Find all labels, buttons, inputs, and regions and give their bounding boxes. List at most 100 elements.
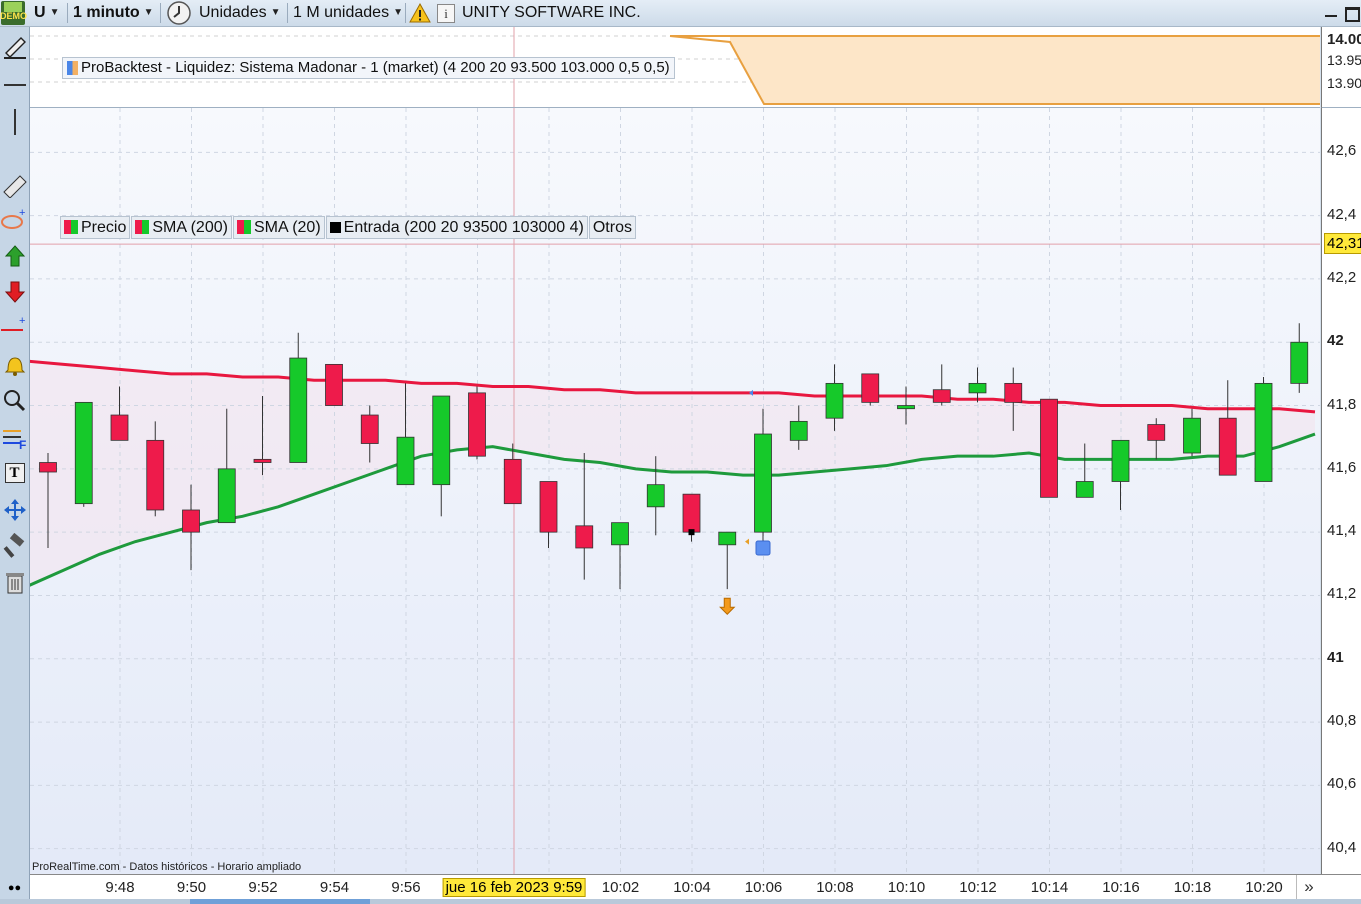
units-selector[interactable]: Unidades ▼ [199, 0, 281, 26]
time-axis-label: 10:14 [1030, 879, 1069, 896]
legend-swatch-entry [329, 222, 341, 233]
svg-text:F: F [19, 438, 26, 451]
vertical-line-icon[interactable] [0, 107, 29, 137]
zoom-icon[interactable] [0, 388, 29, 414]
candle [74, 401, 93, 505]
pencil-icon[interactable] [0, 33, 29, 59]
minimize-icon[interactable] [1322, 0, 1340, 26]
candle [110, 414, 129, 441]
time-axis[interactable]: » 9:48 9:50 9:52 9:54 9:56 10:02 10:04 10:06 10:… [30, 874, 1361, 901]
price-axis-label: 40,6 [1327, 775, 1357, 793]
candle [789, 420, 808, 441]
time-axis-label: 10:20 [1245, 879, 1283, 896]
horizontal-line-icon[interactable]: + [0, 315, 29, 341]
alert-bell-icon[interactable] [0, 352, 29, 378]
current-price-label: 42,31 [1324, 233, 1361, 255]
backtest-area [730, 36, 1320, 104]
time-axis-label: 9:50 [176, 879, 207, 896]
candle [1111, 439, 1130, 482]
price-axis-label: 42,6 [1327, 142, 1357, 160]
legend-swatch-sma200 [135, 220, 150, 234]
bar-count-selector[interactable]: 1 M unidades ▼ [293, 0, 403, 26]
toolbar-divider [405, 3, 406, 23]
demo-badge-label: DEMO [0, 11, 27, 21]
timeframe-selector[interactable]: 1 minuto ▼ [73, 0, 154, 26]
status-strip [0, 899, 1361, 904]
backtest-ylabel: 13.90 [1327, 75, 1361, 91]
top-toolbar: DEMO U ▼ 1 minuto ▼ Unidades ▼ 1 M unidades… [0, 0, 1361, 27]
symbol-selector[interactable]: U ▼ [34, 0, 59, 26]
company-name: UNITY SOFTWARE INC. [462, 4, 641, 21]
maximize-icon[interactable] [1342, 0, 1360, 26]
candle [825, 382, 844, 419]
scroll-right-button[interactable]: » [1296, 875, 1321, 900]
legend-swatch-price [64, 220, 78, 234]
sell-arrow-icon[interactable] [0, 279, 29, 305]
candle [325, 363, 343, 406]
fibonacci-icon[interactable]: F [0, 425, 29, 452]
candle [1075, 481, 1094, 498]
legend-item-sma200[interactable]: SMA (200) [131, 216, 232, 239]
text-tool-icon[interactable]: T [0, 461, 29, 487]
price-axis-label: 42 [1327, 332, 1344, 350]
backtest-legend-swatch [67, 61, 78, 75]
candle [539, 481, 558, 533]
legend-swatch-sma20 [236, 220, 251, 234]
chevron-down-icon: ▼ [393, 7, 403, 18]
status-tab[interactable] [190, 899, 370, 904]
legend-item-price[interactable]: Precio [60, 216, 131, 239]
time-axis-label: 9:56 [391, 879, 421, 896]
trash-icon[interactable] [0, 569, 29, 595]
time-axis-label: 10:10 [887, 879, 926, 896]
time-axis-label: 10:16 [1102, 879, 1140, 896]
legend-label-sma20: SMA (20) [253, 219, 321, 236]
backtest-panel[interactable]: ProBacktest - Liquidez: Sistema Madonar … [30, 27, 1320, 109]
candle [1004, 382, 1023, 403]
ellipse-tool-icon[interactable]: + [0, 207, 29, 233]
price-axis[interactable]: 42,6 42,4 42,2 42 41,8 41,6 41,4 41,2 41 40,8 40,6… [1321, 108, 1361, 874]
price-axis-label: 42,4 [1327, 205, 1357, 223]
move-icon[interactable] [0, 497, 29, 523]
candle [217, 468, 236, 524]
units-label: Unidades [199, 4, 267, 22]
backtest-legend[interactable]: ProBacktest - Liquidez: Sistema Madonar … [62, 57, 675, 79]
time-axis-label: 10:08 [816, 879, 854, 896]
candle [682, 493, 701, 533]
candle [182, 509, 200, 533]
price-chart-panel[interactable]: Precio SMA (200) SMA (20) Entrada (200 2… [27, 108, 1336, 874]
buy-arrow-icon[interactable] [0, 243, 29, 269]
drawing-toolbar: + + F T ●● [0, 27, 30, 904]
time-axis-label: 10:04 [673, 879, 711, 896]
legend-item-entry[interactable]: Entrada (200 20 93500 103000 4) [325, 216, 588, 239]
warning-icon[interactable] [409, 0, 433, 26]
candle [432, 395, 451, 486]
toolbar-divider [67, 3, 68, 23]
candle [646, 484, 665, 508]
legend-others-button[interactable]: Otros [588, 216, 636, 239]
candle [1290, 341, 1309, 384]
time-axis-label: 10:06 [744, 879, 783, 896]
legend-label-price: Precio [81, 219, 127, 236]
price-axis-label: 40,4 [1327, 838, 1357, 856]
cursor-time-label: jue 16 feb 2023 9:59 [442, 878, 586, 897]
price-axis-label: 42,2 [1327, 268, 1357, 286]
svg-text:+: + [19, 207, 25, 219]
candle [575, 525, 594, 549]
time-axis-label: 9:52 [248, 879, 278, 896]
candle [1040, 398, 1058, 498]
candle [1183, 417, 1201, 454]
price-axis-label: 40,8 [1327, 712, 1357, 730]
demo-badge: DEMO [0, 0, 27, 26]
time-axis-label: 10:12 [959, 879, 997, 896]
clock-icon[interactable] [166, 0, 194, 26]
more-tools-icon[interactable]: ●● [0, 875, 29, 901]
candle [360, 414, 379, 444]
hammer-icon[interactable] [0, 532, 29, 559]
candle [932, 389, 951, 403]
candle [611, 522, 629, 546]
price-axis-label: 41 [1327, 648, 1344, 666]
backtest-ylabel: 13.95 [1327, 52, 1361, 68]
legend-item-sma20[interactable]: SMA (20) [232, 216, 325, 239]
info-icon[interactable]: i [436, 0, 456, 26]
ruler-icon[interactable] [0, 172, 29, 199]
